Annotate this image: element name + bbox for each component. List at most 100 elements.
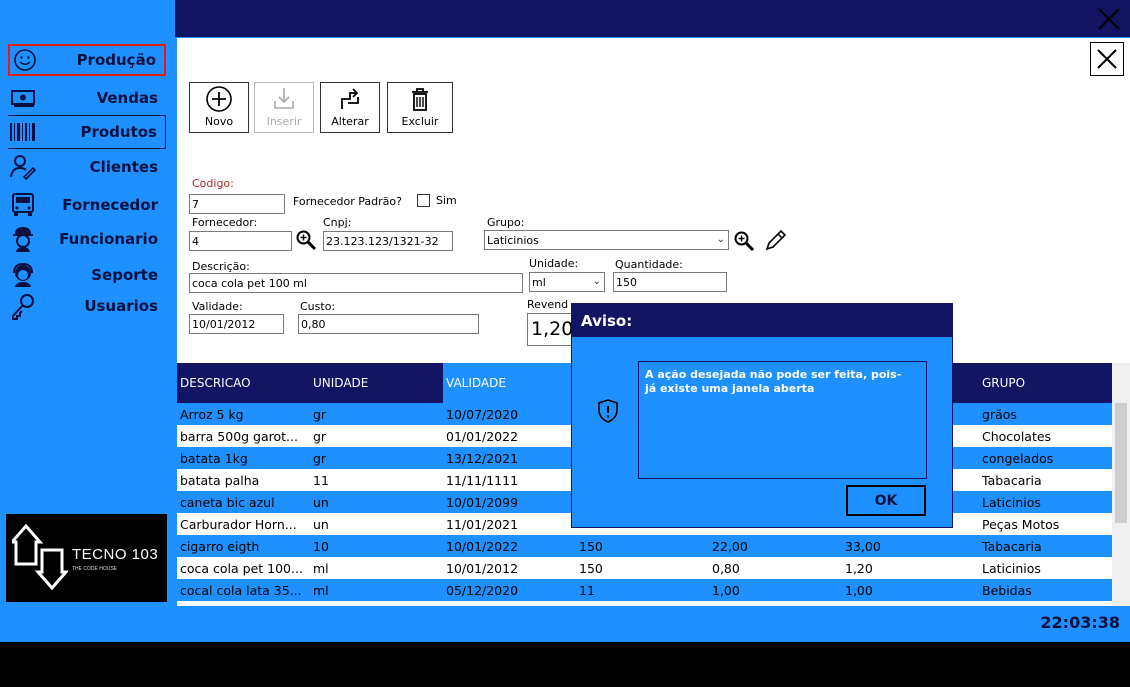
ok-button[interactable]: OK <box>846 485 926 516</box>
panel-close-button[interactable] <box>1090 42 1124 76</box>
table-cell: gr <box>313 450 327 466</box>
table-cell: 33,00 <box>845 538 881 554</box>
table-cell: 150 <box>579 560 603 576</box>
table-cell: batata palha <box>180 472 260 488</box>
search-grupo-icon[interactable] <box>733 230 755 252</box>
close-icon <box>1097 49 1117 69</box>
table-cell: Arroz 5 kg <box>180 406 244 422</box>
quantidade-label: Quantidade: <box>615 258 683 271</box>
sidebar-item-label: Seporte <box>91 266 158 284</box>
sidebar-item-produtos[interactable]: Produtos <box>8 115 166 149</box>
shield-warning-icon <box>598 399 618 423</box>
trash-icon <box>412 88 428 111</box>
table-cell: caneta bic azul <box>180 494 275 510</box>
sidebar-item-seporte[interactable]: Seporte <box>8 259 166 291</box>
table-cell: 1,00 <box>712 582 740 598</box>
table-cell: 11 <box>579 582 595 598</box>
unidade-select[interactable]: ml ⌄ <box>529 272 605 292</box>
custo-label: Custo: <box>300 300 336 313</box>
table-cell: 150 <box>579 538 603 554</box>
search-fornecedor-icon[interactable] <box>295 229 317 251</box>
truck-icon <box>8 191 38 219</box>
table-cell: 10/01/2012 <box>446 560 519 576</box>
custo-field[interactable]: 0,80 <box>298 314 479 334</box>
descricao-label: Descrição: <box>192 260 250 273</box>
sidebar-item-producao[interactable]: Produção <box>8 44 166 76</box>
table-cell: Tabacaria <box>982 538 1042 554</box>
fornecedor-padrao-checkbox[interactable] <box>417 194 430 207</box>
table-cell: 11 <box>313 472 329 488</box>
cash-icon <box>8 84 38 112</box>
table-cell: Bebidas <box>982 582 1032 598</box>
sidebar-item-vendas[interactable]: Vendas <box>8 82 166 114</box>
insert-icon <box>274 88 294 109</box>
sidebar-item-clientes[interactable]: Clientes <box>8 151 166 183</box>
col-descricao[interactable]: DESCRICAO <box>177 363 310 403</box>
table-cell: Laticinios <box>982 494 1041 510</box>
novo-button[interactable]: Novo <box>189 82 249 133</box>
table-cell: cigarro eigth <box>180 538 260 554</box>
plus-circle-icon <box>206 86 232 112</box>
pencil-icon[interactable] <box>763 229 787 253</box>
table-cell: congelados <box>982 450 1054 466</box>
grupo-select[interactable]: Laticinios ⌄ <box>484 230 729 250</box>
table-row[interactable]: coca cola pet 100... ml 10/01/2012 150 0,80 1… <box>177 557 1112 579</box>
unidade-value: ml <box>532 276 546 289</box>
table-row[interactable]: cigarro eigth 10 10/01/2022 150 22,00 33,00 Ta… <box>177 535 1112 557</box>
table-cell: ml <box>313 560 329 576</box>
cnpj-field[interactable]: 23.123.123/1321-32 <box>323 231 453 251</box>
table-cell: grãos <box>982 406 1017 422</box>
table-cell: 10/01/2099 <box>446 494 519 510</box>
table-cell: un <box>313 516 329 532</box>
fornecedor-label: Fornecedor: <box>192 216 258 229</box>
sidebar: Produção Vendas Produtos Clientes Fornec… <box>0 0 175 642</box>
table-cell: 1,00 <box>845 582 873 598</box>
table-cell: Laticinios <box>982 560 1041 576</box>
worker-icon <box>8 225 38 253</box>
sidebar-item-label: Produtos <box>80 123 157 141</box>
validade-field[interactable]: 10/01/2012 <box>189 314 284 334</box>
sidebar-item-funcionario[interactable]: Funcionario <box>8 223 166 255</box>
vertical-scrollbar[interactable] <box>1112 363 1130 606</box>
grupo-value: Laticinios <box>487 234 539 247</box>
col-validade[interactable]: VALIDADE <box>443 363 576 403</box>
table-cell: 1,20 <box>845 560 873 576</box>
dialog-message-line1: A ação desejada não pode ser feita, pois… <box>645 368 902 381</box>
smiley-icon <box>10 46 40 74</box>
excluir-label: Excluir <box>401 115 439 128</box>
excluir-button[interactable]: Excluir <box>387 82 453 133</box>
sidebar-item-usuarios[interactable]: Usuarios <box>8 290 166 322</box>
table-cell: 05/12/2020 <box>446 582 519 598</box>
key-icon <box>8 292 38 320</box>
descricao-field[interactable]: coca cola pet 100 ml <box>189 273 523 293</box>
company-logo: TECNO 103 THE CODE HOUSE <box>6 514 167 602</box>
cnpj-label: Cnpj: <box>323 216 352 229</box>
table-cell: batata 1kg <box>180 450 248 466</box>
fornecedor-padrao-label: Fornecedor Padrão? <box>293 195 402 208</box>
inserir-button[interactable]: Inserir <box>254 82 314 133</box>
codigo-field[interactable]: 7 <box>189 194 285 214</box>
app-close-icon[interactable] <box>1096 6 1122 32</box>
headset-icon <box>8 261 38 289</box>
table-row[interactable]: cocal cola lata 35... ml 05/12/2020 11 1,00 1… <box>177 579 1112 601</box>
table-cell: cocal cola lata 35... <box>180 582 302 598</box>
sidebar-item-label: Clientes <box>89 158 158 176</box>
table-cell: 0,80 <box>712 560 740 576</box>
table-cell: coca cola pet 100... <box>180 560 303 576</box>
swap-arrows-icon <box>341 88 359 109</box>
revenda-label: Revend <box>527 298 569 311</box>
sidebar-item-fornecedor[interactable]: Fornecedor <box>8 189 166 221</box>
quantidade-field[interactable]: 150 <box>613 272 727 292</box>
col-unidade[interactable]: UNIDADE <box>310 363 443 403</box>
alterar-label: Alterar <box>331 115 369 128</box>
table-cell: 01/01/2022 <box>446 428 519 444</box>
table-cell: Peças Motos <box>982 516 1060 532</box>
table-cell: gr <box>313 428 327 444</box>
inserir-label: Inserir <box>266 115 302 128</box>
alterar-button[interactable]: Alterar <box>320 82 380 133</box>
codigo-label: Codigo: <box>192 177 234 190</box>
table-cell: 10/01/2022 <box>446 538 519 554</box>
scrollbar-thumb[interactable] <box>1115 403 1127 523</box>
col-grupo[interactable]: GRUPO <box>979 363 1112 403</box>
fornecedor-field[interactable]: 4 <box>189 231 292 251</box>
